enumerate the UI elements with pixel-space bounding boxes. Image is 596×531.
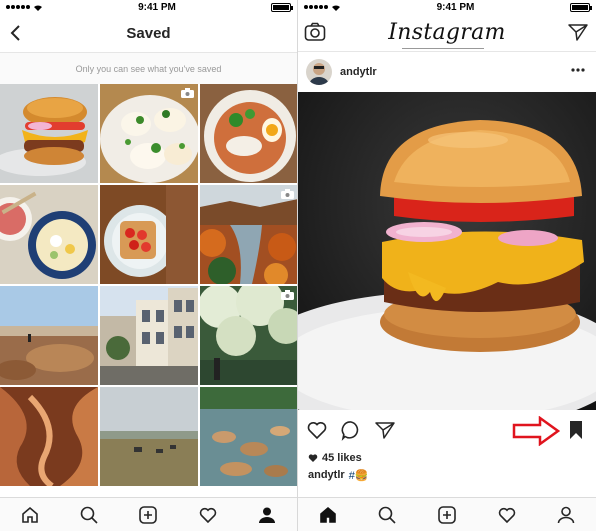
nav-home-button[interactable] <box>18 503 42 527</box>
wifi-icon <box>332 4 340 11</box>
nav-search-button[interactable] <box>77 503 101 527</box>
saved-post-burger[interactable] <box>0 84 98 183</box>
status-bar: 9:41 PM <box>0 0 297 14</box>
likes-text: 45 likes <box>322 452 362 464</box>
saved-privacy-note: Only you can see what you've saved <box>0 52 297 84</box>
logo-underline <box>402 48 484 49</box>
battery-icon <box>569 2 592 12</box>
signal-group <box>6 4 43 11</box>
activity-heart-icon <box>498 507 515 523</box>
direct-message-icon[interactable] <box>568 23 588 41</box>
video-indicator-icon <box>281 189 294 199</box>
post-username[interactable]: andytlr <box>340 66 377 78</box>
saved-post-ramen[interactable] <box>0 185 98 284</box>
saved-post-victorian-houses[interactable] <box>100 286 198 385</box>
home-icon <box>21 506 38 523</box>
bottom-nav <box>0 497 297 531</box>
caption-username[interactable]: andytlr <box>308 469 345 481</box>
post-photo[interactable] <box>298 92 596 410</box>
saved-post-lake-rocks[interactable] <box>200 387 297 486</box>
like-heart-icon[interactable] <box>306 419 328 441</box>
nav-add-post-button[interactable] <box>435 503 459 527</box>
saved-post-blossom-tree[interactable] <box>200 286 297 385</box>
saved-post-egg-bowl[interactable] <box>200 84 297 183</box>
feed-screen: 9:41 PM Instagram andytlr 45 likes andyt… <box>298 0 596 531</box>
wifi-icon <box>34 4 42 11</box>
saved-post-desert-hiker[interactable] <box>0 286 98 385</box>
profile-icon <box>259 507 276 523</box>
saved-post-slot-canyon[interactable] <box>0 387 98 486</box>
nav-search-button[interactable] <box>375 503 399 527</box>
status-bar: 9:41 PM <box>298 0 596 14</box>
share-paper-plane-icon[interactable] <box>374 419 396 441</box>
red-arrow-icon <box>512 416 560 446</box>
activity-heart-icon <box>199 507 217 523</box>
add-post-icon <box>139 505 158 524</box>
screenshot-root: 9:41 PM Saved Only you can see what you'… <box>0 0 596 531</box>
home-icon <box>319 506 336 523</box>
nav-home-button[interactable] <box>316 503 340 527</box>
profile-icon <box>557 506 575 523</box>
bookmark-icon[interactable] <box>568 420 584 440</box>
saved-header: Saved <box>0 14 297 52</box>
feed-header: Instagram <box>298 14 596 52</box>
saved-post-eggs-benedict[interactable] <box>100 84 198 183</box>
nav-profile-button[interactable] <box>255 503 279 527</box>
search-icon <box>379 506 396 524</box>
signal-group <box>304 4 341 11</box>
likes-heart-icon <box>308 454 318 462</box>
nav-profile-button[interactable] <box>554 503 578 527</box>
back-chevron-icon[interactable] <box>8 23 24 43</box>
instagram-logo: Instagram <box>388 20 506 45</box>
signal-icon <box>6 5 30 9</box>
post-header: andytlr <box>298 52 596 92</box>
saved-screen: 9:41 PM Saved Only you can see what you'… <box>0 0 298 531</box>
more-options-icon[interactable] <box>570 65 586 75</box>
video-indicator-icon <box>281 290 294 300</box>
avatar[interactable] <box>306 59 332 85</box>
bottom-nav <box>298 497 596 531</box>
nav-add-post-button[interactable] <box>136 503 160 527</box>
saved-post-autumn-forest[interactable] <box>200 185 297 284</box>
nav-activity-button[interactable] <box>196 503 220 527</box>
caption-hashtag[interactable]: #🍔 <box>349 469 369 482</box>
search-icon <box>80 506 98 524</box>
video-indicator-icon <box>181 88 194 98</box>
saved-post-cows-field[interactable] <box>100 387 198 486</box>
like-count[interactable]: 45 likes <box>298 450 596 466</box>
signal-icon <box>304 5 328 9</box>
saved-grid <box>0 84 297 486</box>
camera-icon[interactable] <box>304 22 326 42</box>
post-caption: andytlr #🍔 <box>298 466 596 484</box>
post-actions <box>298 410 596 450</box>
status-time: 9:41 PM <box>436 1 475 13</box>
nav-activity-button[interactable] <box>495 503 519 527</box>
saved-post-strawberry-toast[interactable] <box>100 185 198 284</box>
status-time: 9:41 PM <box>138 1 176 13</box>
add-post-icon <box>438 505 456 524</box>
battery-icon <box>270 2 293 12</box>
page-title: Saved <box>126 24 171 42</box>
comment-icon[interactable] <box>340 419 362 441</box>
